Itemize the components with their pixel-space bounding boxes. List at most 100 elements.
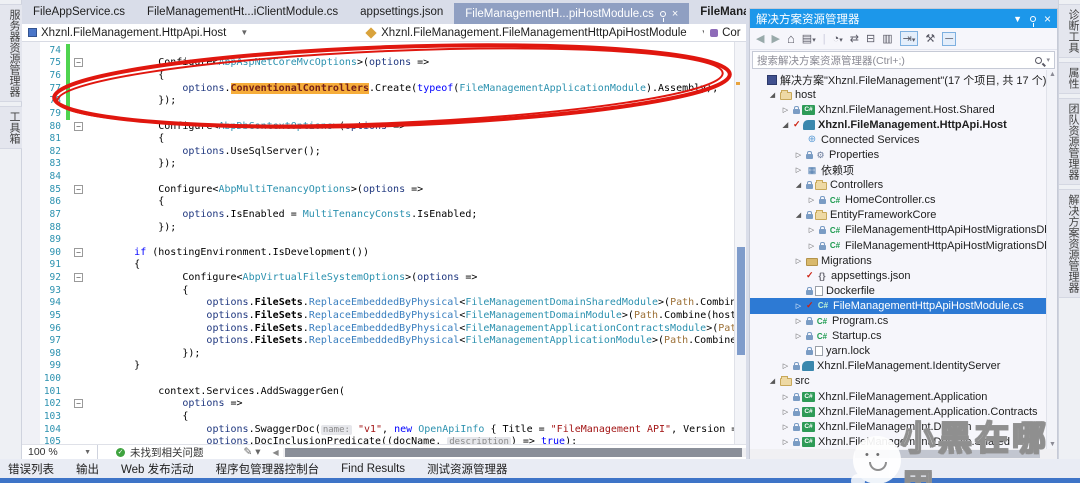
switch-views-icon[interactable]: ▤▾ xyxy=(802,32,816,45)
search-icon[interactable] xyxy=(1035,57,1042,64)
code-line[interactable]: 90− if (hostingEnvironment.IsDevelopment… xyxy=(22,246,746,259)
bottom-panel-tab[interactable]: Find Results xyxy=(341,463,405,475)
fold-collapse-icon[interactable]: − xyxy=(74,185,83,194)
bottom-panel-tab[interactable]: 输出 xyxy=(76,461,99,477)
collapsed-arrow-icon[interactable]: ▷ xyxy=(780,362,791,370)
tree-item[interactable]: ◢Controllers xyxy=(750,178,1057,193)
rail-tab[interactable]: 工具箱 xyxy=(0,106,22,149)
document-tab[interactable]: FileManagementHt...iClientModule.cs xyxy=(136,3,349,24)
rail-tab[interactable]: 属性 xyxy=(1059,62,1080,94)
code-line[interactable]: 94 options.FileSets.ReplaceEmbeddedByPhy… xyxy=(22,297,746,310)
code-line[interactable]: 95 options.FileSets.ReplaceEmbeddedByPhy… xyxy=(22,309,746,322)
sync-with-active-document-icon[interactable]: ⇥▾ xyxy=(900,31,919,46)
collapse-all-icon[interactable]: ⊟ xyxy=(866,32,875,45)
pending-changes-filter-icon[interactable]: ◔▾ xyxy=(833,33,843,45)
close-icon[interactable]: × xyxy=(672,8,678,20)
code-line[interactable]: 91 { xyxy=(22,259,746,272)
tree-item[interactable]: ▷✓C#FileManagementHttpApiHostModule.cs xyxy=(750,298,1057,313)
tree-item[interactable]: 解决方案"Xhznl.FileManagement"(17 个项目, 共 17 … xyxy=(750,72,1057,87)
collapsed-arrow-icon[interactable]: ▷ xyxy=(793,332,804,340)
rail-tab[interactable]: 解决方案资源管理器 xyxy=(1059,189,1080,298)
document-tab[interactable]: appsettings.json xyxy=(349,3,454,24)
collapsed-arrow-icon[interactable]: ▷ xyxy=(780,423,791,431)
code-line[interactable]: 105 options.DocInclusionPredicate((docNa… xyxy=(22,435,746,444)
tree-item[interactable]: ▷C#Xhznl.FileManagement.Domain.Shared xyxy=(750,434,1057,449)
document-tab[interactable]: FileAppService.cs xyxy=(22,3,136,24)
scrollbar-thumb[interactable] xyxy=(855,450,1040,458)
code-line[interactable]: 89 xyxy=(22,233,746,246)
fold-collapse-icon[interactable]: − xyxy=(74,248,83,257)
collapsed-arrow-icon[interactable]: ▷ xyxy=(780,393,791,401)
tree-item[interactable]: ▷C#Xhznl.FileManagement.Application xyxy=(750,389,1057,404)
scroll-up-arrow[interactable]: ▲ xyxy=(1049,71,1056,78)
code-line[interactable]: 74 xyxy=(22,44,746,57)
code-line[interactable]: 88 }); xyxy=(22,221,746,234)
tree-item[interactable]: ⊕Connected Services xyxy=(750,132,1057,147)
code-line[interactable]: 87 options.IsEnabled = MultiTenancyConst… xyxy=(22,208,746,221)
solution-search-input[interactable]: 搜索解决方案资源管理器(Ctrl+;) ▾ xyxy=(752,51,1055,69)
breadcrumb-member[interactable]: Cor xyxy=(704,24,746,41)
tree-item[interactable]: ▷C#Xhznl.FileManagement.Domain xyxy=(750,419,1057,434)
preview-selected-items-icon[interactable]: ─ xyxy=(942,32,956,46)
code-line[interactable]: 102− options => xyxy=(22,398,746,411)
back-icon[interactable]: ◀ xyxy=(756,32,764,45)
tree-item[interactable]: ▷C#Xhznl.FileManagement.Application.Cont… xyxy=(750,404,1057,419)
tree-item[interactable]: Dockerfile xyxy=(750,283,1057,298)
code-line[interactable]: 85− Configure<AbpMultiTenancyOptions>(op… xyxy=(22,183,746,196)
forward-icon[interactable]: ▶ xyxy=(771,32,779,45)
collapsed-arrow-icon[interactable]: ▷ xyxy=(793,151,804,159)
editor-horizontal-scrollbar[interactable] xyxy=(283,448,746,457)
breadcrumb-project[interactable]: Xhznl.FileManagement.HttpApi.Host ▼ xyxy=(22,24,359,41)
tree-item[interactable]: ◢✓Xhznl.FileManagement.HttpApi.Host xyxy=(750,117,1057,132)
fold-collapse-icon[interactable]: − xyxy=(74,58,83,67)
code-cleanup-icon[interactable]: ✎ ▾ xyxy=(244,446,261,458)
scrollbar-thumb[interactable] xyxy=(285,448,742,457)
code-line[interactable]: 75− Configure<AbpAspNetCoreMvcOptions>(o… xyxy=(22,57,746,70)
bottom-panel-tab[interactable]: 程序包管理器控制台 xyxy=(216,461,320,477)
code-line[interactable]: 101 context.Services.AddSwaggerGen( xyxy=(22,385,746,398)
tree-item[interactable]: ◢EntityFrameworkCore xyxy=(750,208,1057,223)
collapsed-arrow-icon[interactable]: ▷ xyxy=(793,257,804,265)
tree-vertical-scrollbar[interactable]: ▲ ▼ xyxy=(1046,70,1057,449)
collapsed-arrow-icon[interactable]: ▷ xyxy=(806,196,817,204)
rail-tab[interactable]: 服务器资源管理器 xyxy=(0,4,22,102)
tree-item[interactable]: ▷Migrations xyxy=(750,253,1057,268)
document-tab[interactable]: FileManagementH...piHostModule.cs× xyxy=(454,3,689,24)
collapsed-arrow-icon[interactable]: ▷ xyxy=(780,106,791,114)
code-line[interactable]: 96 options.FileSets.ReplaceEmbeddedByPhy… xyxy=(22,322,746,335)
tree-item[interactable]: ▷C#Xhznl.FileManagement.Host.Shared xyxy=(750,102,1057,117)
bottom-panel-tab[interactable]: 错误列表 xyxy=(8,461,54,477)
tree-item[interactable]: ▷C#FileManagementHttpApiHostMigrationsDb… xyxy=(750,223,1057,238)
expanded-arrow-icon[interactable]: ◢ xyxy=(793,211,804,219)
home-icon[interactable]: ⌂ xyxy=(787,31,795,46)
tree-item[interactable]: ▷C#Program.cs xyxy=(750,314,1057,329)
bottom-panel-tab[interactable]: Web 发布活动 xyxy=(121,461,194,477)
tree-item[interactable]: ✓{}appsettings.json xyxy=(750,268,1057,283)
code-line[interactable]: 76 { xyxy=(22,69,746,82)
collapsed-arrow-icon[interactable]: ▷ xyxy=(780,438,791,446)
expanded-arrow-icon[interactable]: ◢ xyxy=(767,377,778,385)
code-line[interactable]: 103 { xyxy=(22,410,746,423)
collapsed-arrow-icon[interactable]: ▷ xyxy=(793,317,804,325)
code-line[interactable]: 79 xyxy=(22,107,746,120)
collapsed-arrow-icon[interactable]: ▷ xyxy=(806,226,817,234)
code-line[interactable]: 78 }); xyxy=(22,95,746,108)
code-line[interactable]: 104 options.SwaggerDoc(name: "v1", new O… xyxy=(22,423,746,436)
tree-item[interactable]: yarn.lock xyxy=(750,344,1057,359)
breadcrumb-type[interactable]: Xhznl.FileManagement.FileManagementHttpA… xyxy=(359,24,704,41)
scrollbar-thumb[interactable] xyxy=(737,247,745,355)
collapsed-arrow-icon[interactable]: ▷ xyxy=(793,302,804,310)
pin-icon[interactable] xyxy=(660,11,666,17)
tree-item[interactable]: ◢src xyxy=(750,374,1057,389)
rail-tab[interactable]: 团队资源管理器 xyxy=(1059,98,1080,185)
fold-collapse-icon[interactable]: − xyxy=(74,273,83,282)
tree-item[interactable]: ▷C#Startup.cs xyxy=(750,329,1057,344)
tree-item[interactable]: ▷▦依赖项 xyxy=(750,163,1057,178)
code-line[interactable]: 83 }); xyxy=(22,158,746,171)
window-position-icon[interactable]: ▼ xyxy=(1013,14,1022,24)
refresh-icon[interactable]: ⇄ xyxy=(850,32,859,45)
rail-tab[interactable]: 诊断工具 xyxy=(1059,4,1080,58)
code-line[interactable]: 81 { xyxy=(22,132,746,145)
scroll-left-arrow[interactable]: ◀ xyxy=(273,448,279,457)
tree-horizontal-scrollbar[interactable] xyxy=(750,449,1057,459)
